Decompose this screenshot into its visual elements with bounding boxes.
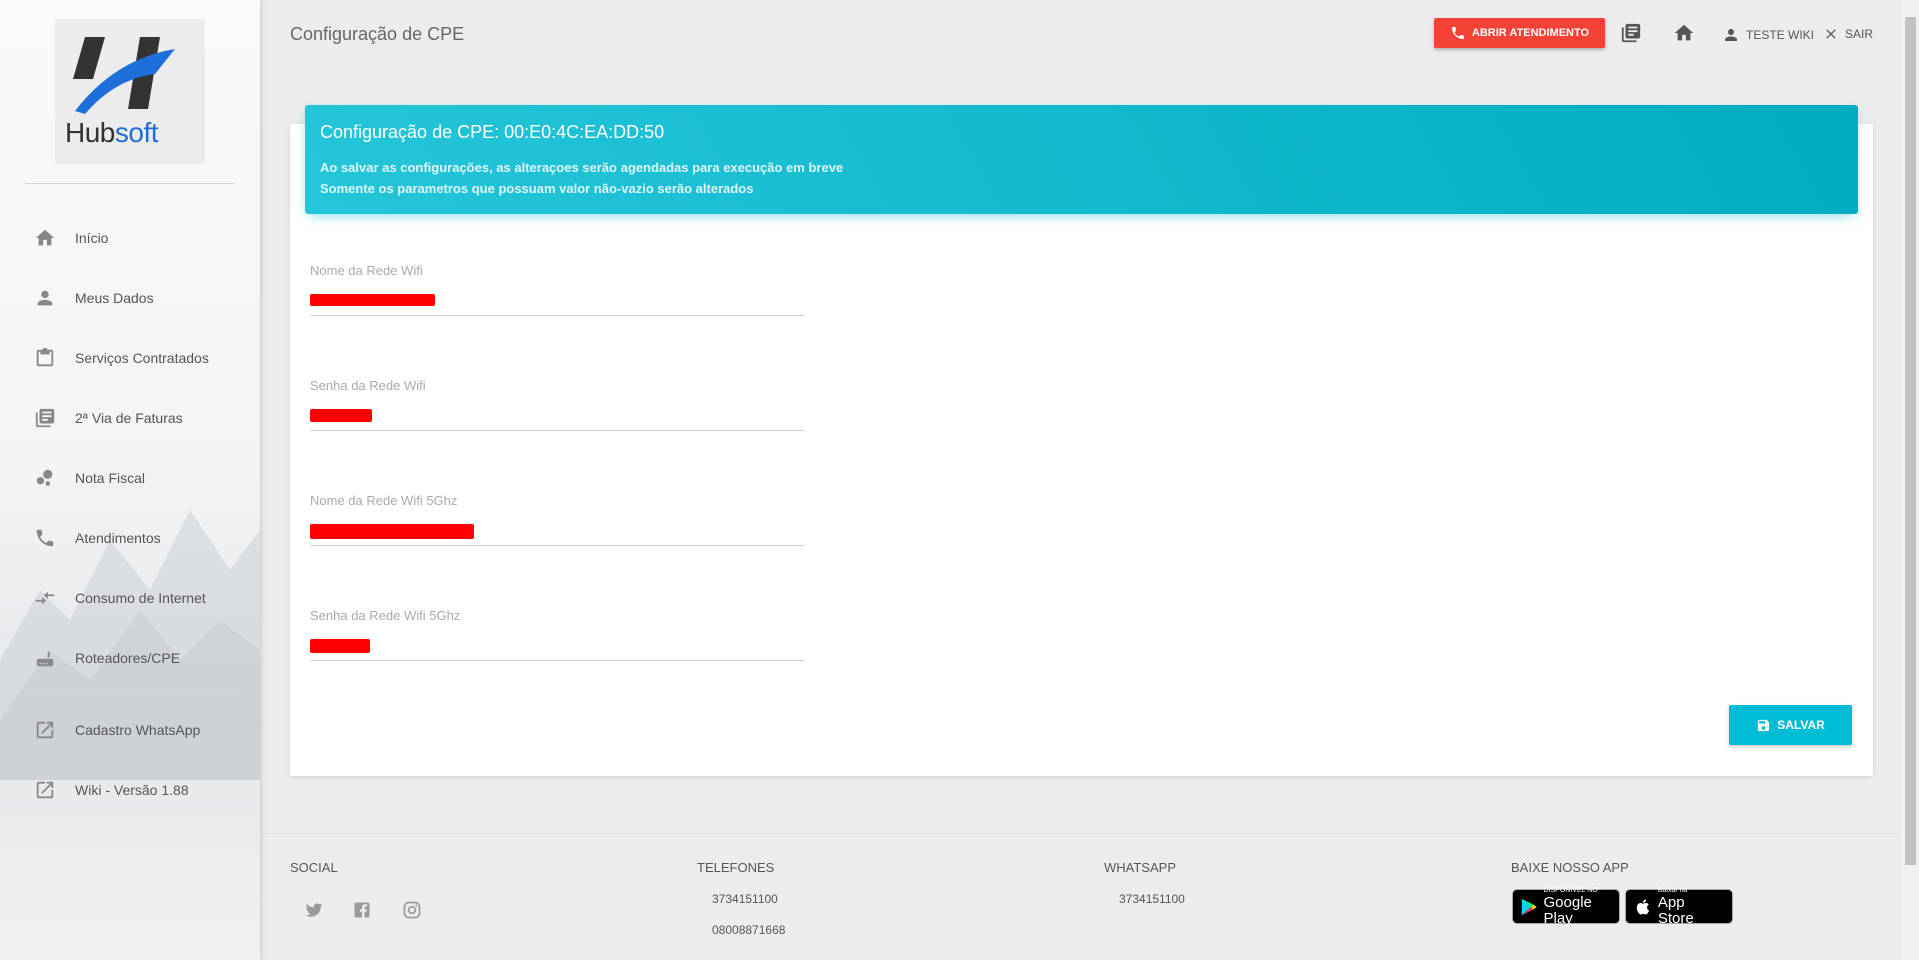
sidebar-item-label: Wiki - Versão 1.88 xyxy=(75,782,189,798)
footer-social-title: SOCIAL xyxy=(290,860,338,875)
phone-icon xyxy=(1451,27,1464,39)
sidebar-item-label: Nota Fiscal xyxy=(75,470,146,486)
google-play-big-text: Google Play xyxy=(1543,894,1592,927)
sidebar-item-wiki[interactable]: Wiki - Versão 1.88 xyxy=(0,770,260,810)
footer-whatsapp-number[interactable]: 3734151100 xyxy=(1119,892,1185,906)
page-title: Configuração de CPE xyxy=(290,24,465,44)
hubsoft-logo[interactable]: Hubsoft xyxy=(55,19,205,164)
sidebar-item-consumo[interactable]: Consumo de Internet xyxy=(0,578,260,618)
google-play-icon xyxy=(1521,898,1537,915)
save-label: SALVAR xyxy=(1777,718,1825,732)
instagram-icon[interactable] xyxy=(402,900,422,920)
wifi-name-field: Nome da Rede Wifi xyxy=(310,263,804,316)
redaction-mark xyxy=(310,639,370,653)
sidebar-item-meus-dados[interactable]: Meus Dados xyxy=(0,278,260,318)
sidebar-item-servicos[interactable]: Serviços Contratados xyxy=(0,338,260,378)
scrollbar-thumb[interactable] xyxy=(1905,17,1916,865)
scrollbar[interactable] xyxy=(1902,0,1919,960)
sidebar-item-label: Meus Dados xyxy=(75,290,154,306)
phone-icon xyxy=(36,529,54,547)
field-label: Nome da Rede Wifi 5Ghz xyxy=(310,493,458,508)
scroll-up-arrow[interactable] xyxy=(1902,0,1919,17)
open-ticket-button[interactable]: ABRIR ATENDIMENTO xyxy=(1434,18,1605,48)
open-ticket-label: ABRIR ATENDIMENTO xyxy=(1471,27,1590,39)
footer-phone[interactable]: 08008871668 xyxy=(712,923,785,937)
library-books-icon xyxy=(35,408,55,428)
person-icon xyxy=(37,290,53,306)
scroll-down-arrow[interactable] xyxy=(1902,943,1919,960)
redaction-mark xyxy=(310,409,372,422)
compare-arrows-icon xyxy=(35,591,55,605)
wifi-password-field: Senha da Rede Wifi xyxy=(310,378,804,431)
card-info-line: Somente os parametros que possuam valor … xyxy=(320,181,754,196)
redaction-mark xyxy=(310,524,474,539)
logo-text: Hubsoft xyxy=(65,117,159,148)
card-title: Configuração de CPE: 00:E0:4C:EA:DD:50 xyxy=(320,122,665,142)
logout-label: SAIR xyxy=(1845,27,1874,41)
wifi-5ghz-password-input[interactable] xyxy=(310,637,804,661)
app-store-badge[interactable]: Baixar na App Store xyxy=(1625,887,1733,927)
redaction-mark xyxy=(310,294,435,306)
footer-phones-title: TELEFONES xyxy=(697,860,775,875)
sidebar-item-label: Consumo de Internet xyxy=(75,590,206,606)
google-play-badge[interactable]: DISPONÍVEL NO Google Play xyxy=(1512,887,1620,927)
sidebar-item-label: Serviços Contratados xyxy=(75,350,209,366)
field-label: Nome da Rede Wifi xyxy=(310,263,423,278)
twitter-icon[interactable] xyxy=(304,900,324,920)
facebook-icon[interactable] xyxy=(352,900,372,920)
wifi-password-input[interactable] xyxy=(310,407,804,431)
footer-phone[interactable]: 3734151100 xyxy=(712,892,778,906)
bubble-chart-icon xyxy=(36,469,53,486)
close-icon xyxy=(1826,29,1836,39)
sidebar-item-inicio[interactable]: Início xyxy=(0,218,260,258)
sidebar-divider xyxy=(15,694,245,695)
wifi-name-input[interactable] xyxy=(310,292,804,316)
field-label: Senha da Rede Wifi 5Ghz xyxy=(310,608,461,623)
logout-button[interactable]: SAIR xyxy=(1823,26,1873,42)
sidebar-item-roteadores[interactable]: Roteadores/CPE xyxy=(0,638,260,678)
home-icon xyxy=(35,229,55,246)
footer-app-title: BAIXE NOSSO APP xyxy=(1511,860,1629,875)
card-header: Configuração de CPE: 00:E0:4C:EA:DD:50 A… xyxy=(305,105,1858,214)
cpe-config-card xyxy=(290,124,1873,776)
sidebar-item-label: Atendimentos xyxy=(75,530,161,546)
wifi-5ghz-password-field: Senha da Rede Wifi 5Ghz xyxy=(310,608,804,661)
save-icon xyxy=(1758,719,1770,731)
user-label: TESTE WIKI xyxy=(1746,28,1815,42)
sidebar-item-label: Início xyxy=(75,230,109,246)
save-button[interactable]: SALVAR xyxy=(1729,705,1852,745)
sidebar-item-label: 2ª Via de Faturas xyxy=(75,410,183,426)
sidebar-item-nota-fiscal[interactable]: Nota Fiscal xyxy=(0,458,260,498)
sidebar-item-faturas[interactable]: 2ª Via de Faturas xyxy=(0,398,260,438)
home-icon[interactable] xyxy=(1673,22,1695,44)
footer-divider xyxy=(260,833,1900,834)
sidebar-item-label: Roteadores/CPE xyxy=(75,650,181,666)
logo-mark xyxy=(73,37,175,114)
footer-whatsapp-title: WHATSAPP xyxy=(1104,860,1176,875)
sidebar-divider xyxy=(25,183,235,184)
card-info-line: Ao salvar as configurações, as alteraçoe… xyxy=(320,160,844,175)
open-in-new-icon xyxy=(36,781,54,799)
person-icon xyxy=(1725,29,1737,41)
sidebar-item-label: Cadastro WhatsApp xyxy=(75,722,201,738)
wifi-5ghz-name-input[interactable] xyxy=(310,522,804,546)
library-books-icon[interactable] xyxy=(1620,22,1642,44)
router-icon xyxy=(36,651,54,667)
user-menu[interactable]: TESTE WIKI xyxy=(1722,26,1814,44)
field-label: Senha da Rede Wifi xyxy=(310,378,426,393)
sidebar: Hubsoft Início Meus Dados Serviços Contr… xyxy=(0,0,260,960)
sidebar-item-atendimentos[interactable]: Atendimentos xyxy=(0,518,260,558)
app-store-big-text: App Store xyxy=(1657,894,1694,927)
sidebar-item-cadastro-whatsapp[interactable]: Cadastro WhatsApp xyxy=(0,710,260,750)
wifi-5ghz-name-field: Nome da Rede Wifi 5Ghz xyxy=(310,493,804,546)
apple-icon xyxy=(1636,898,1650,915)
open-in-new-icon xyxy=(36,721,54,739)
clipboard-icon xyxy=(36,347,54,367)
